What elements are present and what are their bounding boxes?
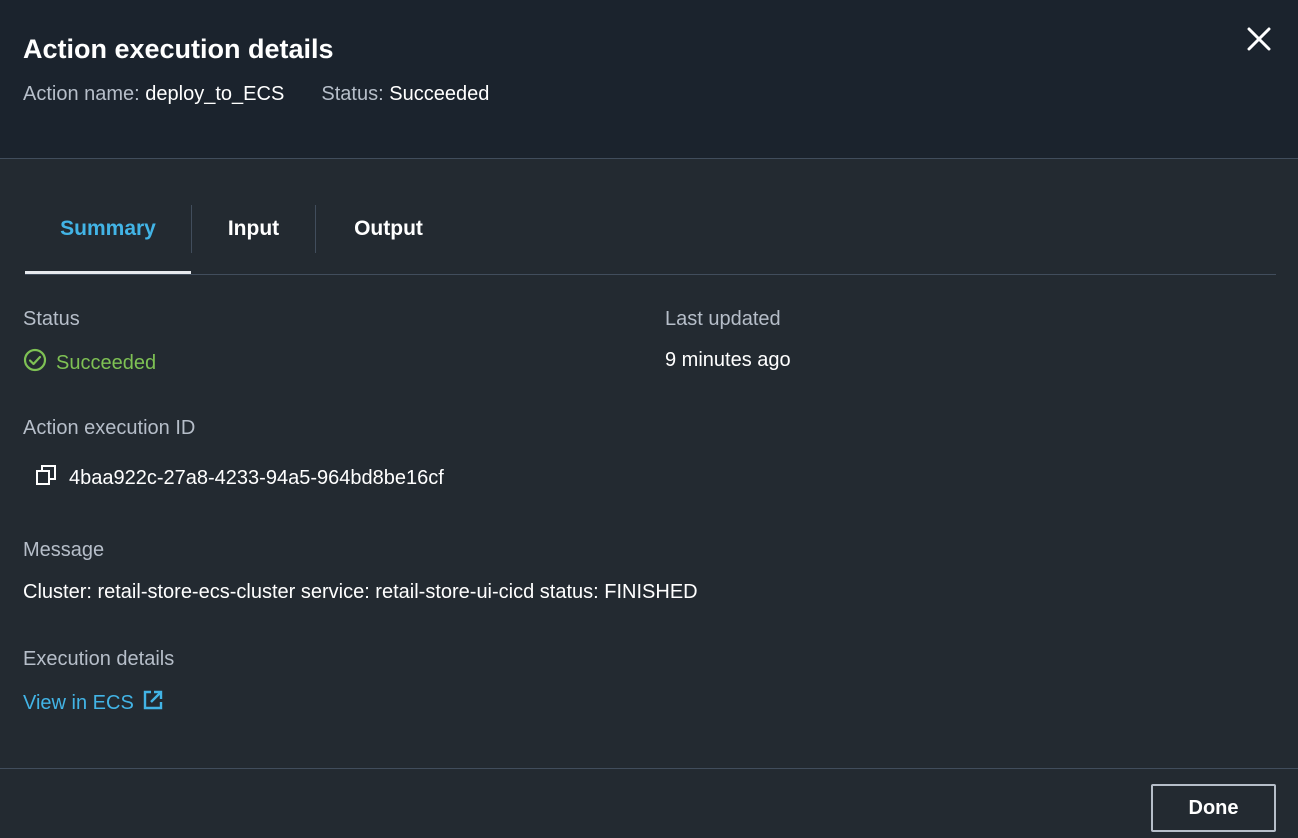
- execution-id-value: 4baa922c-27a8-4233-94a5-964bd8be16cf: [69, 466, 444, 489]
- view-in-ecs-text[interactable]: View in ECS: [23, 692, 134, 715]
- status-field-value: Succeeded: [23, 348, 156, 378]
- message-value: Cluster: retail-store-ecs-cluster servic…: [23, 581, 698, 603]
- external-link-icon: [142, 689, 164, 717]
- footer-divider: [0, 768, 1298, 769]
- action-name-label: Action name:: [23, 83, 140, 105]
- execution-id-row: 4baa922c-27a8-4233-94a5-964bd8be16cf: [35, 464, 444, 492]
- status-text: Succeeded: [56, 351, 157, 374]
- modal-title: Action execution details: [23, 34, 334, 64]
- status-label: Status:: [321, 83, 384, 105]
- message-label: Message: [23, 539, 105, 561]
- last-updated-label: Last updated: [665, 308, 781, 330]
- tab-bar: Summary Input Output: [25, 205, 1276, 275]
- tab-summary[interactable]: Summary: [25, 205, 191, 274]
- tab-input[interactable]: Input: [192, 205, 315, 273]
- status-value: Succeeded: [389, 83, 490, 105]
- last-updated-value: 9 minutes ago: [665, 349, 791, 371]
- modal-subtitle: Action name: deploy_to_ECS Status: Succe…: [23, 83, 489, 106]
- action-name-value: deploy_to_ECS: [145, 83, 285, 105]
- check-circle-icon: [23, 348, 47, 378]
- copy-icon[interactable]: [35, 464, 57, 492]
- close-icon[interactable]: [1245, 25, 1273, 53]
- execution-id-label: Action execution ID: [23, 417, 196, 439]
- done-button[interactable]: Done: [1151, 784, 1276, 832]
- tab-output[interactable]: Output: [316, 205, 461, 273]
- view-in-ecs-link[interactable]: View in ECS: [23, 689, 164, 717]
- execution-details-label: Execution details: [23, 648, 175, 670]
- status-field-label: Status: [23, 308, 80, 330]
- modal-header: Action execution details Action name: de…: [0, 0, 1298, 159]
